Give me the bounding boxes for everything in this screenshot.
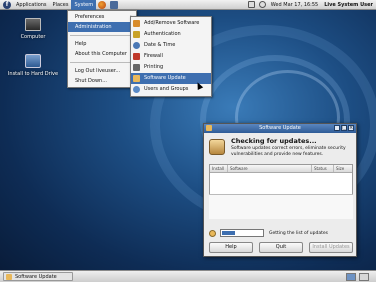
progress-fill xyxy=(222,231,235,235)
menu-separator xyxy=(70,35,134,36)
menu-places[interactable]: Places xyxy=(50,0,72,10)
computer-icon xyxy=(25,18,41,31)
network-icon[interactable] xyxy=(247,1,255,8)
package-icon xyxy=(133,20,140,27)
menu-item-administration[interactable]: Administration▸ xyxy=(68,22,136,32)
software-update-window: Software Update _ □ × Checking for updat… xyxy=(203,123,357,257)
workspace-2[interactable] xyxy=(359,273,369,281)
panel-clock[interactable]: Wed Mar 17, 16:55 xyxy=(268,2,321,8)
menu-item-preferences[interactable]: Preferences▸ xyxy=(68,12,136,22)
taskbar-software-update[interactable]: Software Update xyxy=(3,272,73,281)
workspace-1[interactable] xyxy=(346,273,356,281)
status-row: Getting the list of updates xyxy=(209,228,353,238)
maximize-icon[interactable]: □ xyxy=(341,125,347,131)
status-text: Getting the list of updates xyxy=(269,230,328,236)
menu-item-shut-down[interactable]: Shut Down... xyxy=(68,76,136,86)
column-install[interactable]: Install xyxy=(210,165,228,172)
menu-item-printing[interactable]: Printing xyxy=(131,62,211,73)
system-menu: Preferences▸ Administration▸ Help About … xyxy=(67,10,137,88)
mail-launcher-icon[interactable] xyxy=(110,0,119,9)
desktop-icon-label: Install to Hard Drive xyxy=(7,71,59,77)
desktop-icon-computer[interactable]: Computer xyxy=(3,18,63,40)
close-icon[interactable]: × xyxy=(348,125,354,131)
busy-icon xyxy=(209,229,216,237)
menu-applications[interactable]: Applications xyxy=(13,0,50,10)
table-header: Install Software Status Size xyxy=(210,165,352,173)
help-button[interactable]: Help xyxy=(209,242,253,253)
quit-button[interactable]: Quit xyxy=(259,242,303,253)
software-update-icon xyxy=(209,139,225,155)
column-size[interactable]: Size xyxy=(334,165,352,172)
hard-drive-icon xyxy=(25,54,41,68)
window-titlebar[interactable]: Software Update _ □ × xyxy=(204,124,356,133)
update-description: Software updates correct errors, elimina… xyxy=(231,146,346,157)
fedora-logo-icon[interactable]: f xyxy=(3,0,11,9)
minimize-icon[interactable]: _ xyxy=(334,125,340,131)
clock-icon xyxy=(133,42,140,49)
volume-icon[interactable] xyxy=(258,1,266,8)
bottom-panel: Software Update xyxy=(0,270,376,282)
top-panel: f Applications Places System Wed Mar 17,… xyxy=(0,0,376,10)
menu-system[interactable]: System xyxy=(71,0,97,10)
update-heading: Checking for updates... xyxy=(231,137,317,145)
key-icon xyxy=(133,31,140,38)
window-title: Software Update xyxy=(259,125,301,131)
button-row: Help Quit Install Updates xyxy=(209,242,353,253)
firewall-icon xyxy=(133,53,140,60)
menu-item-authentication[interactable]: Authentication xyxy=(131,29,211,40)
menu-item-help[interactable]: Help xyxy=(68,39,136,49)
software-update-icon xyxy=(6,274,12,280)
software-update-icon xyxy=(206,125,212,131)
install-updates-button[interactable]: Install Updates xyxy=(309,242,353,253)
desktop-icon-label: Computer xyxy=(20,34,46,40)
menu-item-date-time[interactable]: Date & Time xyxy=(131,40,211,51)
menu-item-firewall[interactable]: Firewall xyxy=(131,51,211,62)
desktop-icon-install[interactable]: Install to Hard Drive xyxy=(3,54,63,77)
firefox-launcher-icon[interactable] xyxy=(98,0,107,9)
menu-item-about[interactable]: About this Computer xyxy=(68,49,136,59)
users-icon xyxy=(133,86,140,93)
user-menu[interactable]: Live System User xyxy=(321,2,376,8)
menu-item-log-out[interactable]: Log Out liveuser... xyxy=(68,66,136,76)
column-status[interactable]: Status xyxy=(312,165,334,172)
update-details-pane xyxy=(209,194,353,219)
software-update-icon xyxy=(133,75,140,82)
menu-item-add-remove-software[interactable]: Add/Remove Software xyxy=(131,18,211,29)
menu-separator xyxy=(70,62,134,63)
printer-icon xyxy=(133,64,140,71)
column-software[interactable]: Software xyxy=(228,165,312,172)
progress-bar xyxy=(220,229,264,237)
